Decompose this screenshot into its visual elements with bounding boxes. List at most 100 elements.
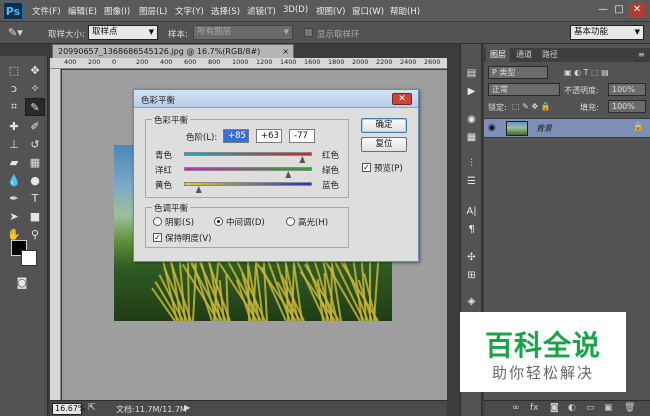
gradient-tool-icon[interactable]: ▦	[25, 154, 45, 172]
paragraph-panel-icon[interactable]: ¶	[463, 222, 480, 238]
document-tab[interactable]: 20990657_1368686545126.jpg @ 16.7%(RGB/8…	[52, 44, 294, 58]
status-arrow-icon[interactable]: ▶	[184, 403, 190, 412]
sample-value: 所有图层	[197, 27, 232, 37]
show-ring-checkbox[interactable]	[304, 28, 313, 37]
trash-icon[interactable]: 🗑	[624, 403, 635, 413]
history-brush-tool-icon[interactable]: ↺	[25, 136, 45, 154]
menu-edit[interactable]: 编辑(E)	[68, 5, 97, 17]
level-magenta-green-field[interactable]: +63	[256, 129, 282, 143]
panel-menu-icon[interactable]: ≡	[634, 48, 649, 62]
brush-panel-icon[interactable]: ✣	[463, 250, 480, 266]
character-panel-icon[interactable]: A|	[463, 204, 480, 220]
maximize-button[interactable]: □	[612, 3, 626, 17]
lasso-tool-icon[interactable]: ↄ	[4, 80, 24, 98]
mask-icon[interactable]: ◙	[550, 403, 559, 413]
filter-icons[interactable]: ▣ ◐ T ⬚ ▤	[564, 68, 609, 77]
cyan-red-slider-thumb[interactable]	[299, 156, 306, 163]
level-yellow-blue-field[interactable]: -77	[289, 129, 315, 143]
path-select-tool-icon[interactable]: ➤	[4, 208, 24, 226]
adjustments-panel-icon[interactable]: ⫶	[463, 156, 480, 172]
menu-type[interactable]: 文字(Y)	[175, 5, 204, 17]
close-window-button[interactable]: ✕	[629, 3, 645, 17]
slider-right-label: 红色	[322, 151, 340, 161]
dodge-tool-icon[interactable]: ●	[25, 172, 45, 190]
zoom-field[interactable]: 16.67%	[52, 403, 86, 415]
actions-panel-icon[interactable]: ▶	[463, 84, 480, 100]
move-tool-icon[interactable]: ✥	[25, 62, 45, 80]
link-layers-icon[interactable]: ∞	[512, 403, 520, 413]
blur-tool-icon[interactable]: 💧	[4, 172, 24, 190]
quick-select-tool-icon[interactable]: ✧	[25, 80, 45, 98]
kind-filter-select[interactable]: P 类型	[488, 66, 548, 79]
tab-paths[interactable]: 路径	[538, 48, 562, 62]
layer-row-background[interactable]: ◉ 背景 🔒	[484, 118, 650, 138]
shadows-radio[interactable]	[153, 217, 162, 226]
ok-button[interactable]: 确定	[361, 118, 407, 133]
menu-3d[interactable]: 3D(D)	[283, 5, 308, 15]
brush-tool-icon[interactable]: ✐	[25, 118, 45, 136]
tone-balance-group-title: 色调平衡	[152, 202, 191, 214]
sample-select[interactable]: 所有图层 ▼	[193, 25, 293, 40]
magenta-green-slider-thumb[interactable]	[285, 171, 292, 178]
menu-view[interactable]: 视图(V)	[316, 5, 345, 17]
cyan-red-slider[interactable]	[184, 152, 312, 156]
minimize-button[interactable]: —	[596, 3, 610, 17]
tab-channels[interactable]: 通道	[512, 48, 536, 62]
blend-mode-select[interactable]: 正常	[488, 83, 560, 96]
history-panel-icon[interactable]: ▤	[463, 66, 480, 82]
sample-size-select[interactable]: 取样点 ▼	[88, 25, 158, 40]
eyedropper-tool-icon[interactable]: ✎	[25, 98, 45, 116]
new-layer-icon[interactable]: ▣	[604, 403, 613, 413]
preview-checkbox[interactable]: ✓	[362, 163, 371, 172]
menu-window[interactable]: 窗口(W)	[352, 5, 384, 17]
shape-tool-icon[interactable]: ■	[25, 208, 45, 226]
yellow-blue-slider[interactable]	[184, 182, 312, 186]
level-cyan-red-field[interactable]: +85	[223, 129, 249, 143]
close-tab-icon[interactable]: ×	[282, 45, 289, 58]
slider-left-label: 青色	[155, 151, 173, 161]
watermark-title: 百科全说	[484, 329, 601, 362]
quick-mask-icon[interactable]: ◙	[12, 274, 32, 292]
workspace-select[interactable]: 基本功能 ▼	[570, 25, 644, 40]
midtones-radio[interactable]	[214, 217, 223, 226]
clone-source-panel-icon[interactable]: ⊞	[463, 268, 480, 284]
healing-brush-tool-icon[interactable]: ✚	[4, 118, 24, 136]
magenta-green-slider[interactable]	[184, 167, 312, 171]
menu-select[interactable]: 选择(S)	[211, 5, 240, 17]
menu-file[interactable]: 文件(F)	[32, 5, 61, 17]
crop-tool-icon[interactable]: ⌗	[4, 98, 24, 116]
type-tool-icon[interactable]: T	[25, 190, 45, 208]
fx-icon[interactable]: fx	[530, 403, 539, 413]
menu-filter[interactable]: 滤镜(T)	[247, 5, 276, 17]
eye-icon[interactable]: ◉	[488, 123, 496, 133]
menu-help[interactable]: 帮助(H)	[390, 5, 420, 17]
eyedropper-tool-icon[interactable]: ✎▾	[8, 26, 23, 39]
status-bar: 16.67% ⇱ 文档:11.7M/11.7M ▶	[50, 400, 447, 416]
color-panel-icon[interactable]: ◉	[463, 112, 480, 128]
reset-button[interactable]: 复位	[361, 137, 407, 152]
opacity-field[interactable]: 100%	[608, 83, 646, 96]
3d-panel-icon[interactable]: ◈	[463, 294, 480, 310]
dialog-close-button[interactable]: ✕	[392, 93, 412, 105]
adjustment-layer-icon[interactable]: ◐	[568, 403, 576, 413]
tone-balance-group: 色调平衡 阴影(S) 中间调(D) 高光(H) ✓ 保持明度(V)	[145, 202, 349, 248]
properties-panel-icon[interactable]: ☰	[463, 174, 480, 190]
marquee-tool-icon[interactable]: ⬚	[4, 62, 24, 80]
fill-field[interactable]: 100%	[608, 100, 646, 113]
menu-image[interactable]: 图像(I)	[104, 5, 130, 17]
swatches-panel-icon[interactable]: ▦	[463, 130, 480, 146]
tab-layers[interactable]: 图层	[486, 48, 510, 62]
menu-layer[interactable]: 图层(L)	[139, 5, 167, 17]
zoom-tool-icon[interactable]: ⚲	[25, 226, 45, 244]
preserve-luminosity-checkbox[interactable]: ✓	[153, 233, 162, 242]
export-icon[interactable]: ⇱	[88, 403, 96, 413]
pen-tool-icon[interactable]: ✒	[4, 190, 24, 208]
highlights-radio[interactable]	[286, 217, 295, 226]
eraser-tool-icon[interactable]: ▰	[4, 154, 24, 172]
clone-stamp-tool-icon[interactable]: ⊥	[4, 136, 24, 154]
background-color-swatch[interactable]	[21, 250, 37, 266]
group-icon[interactable]: ▭	[586, 403, 595, 413]
dialog-titlebar[interactable]: 色彩平衡 ✕	[134, 90, 418, 108]
lock-icons[interactable]: ⬚ ✎ ✥ 🔒	[512, 102, 551, 111]
yellow-blue-slider-thumb[interactable]	[195, 186, 202, 193]
